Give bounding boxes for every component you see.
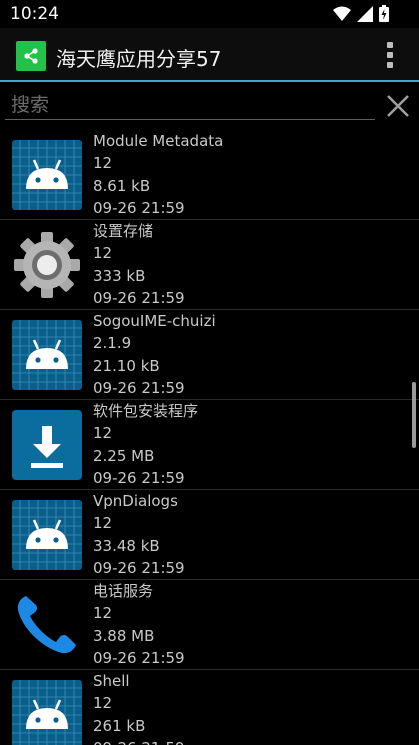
app-size: 261 kB [93, 716, 146, 735]
app-name: Module Metadata [93, 132, 224, 150]
list-item[interactable]: 设置存储 12 333 kB 09-26 21:59 [0, 220, 419, 310]
status-time: 10:24 [10, 4, 59, 24]
app-version: 12 [93, 424, 113, 443]
app-date: 09-26 21:59 [93, 378, 185, 397]
scrollbar[interactable] [412, 382, 416, 448]
app-name: Shell [93, 672, 130, 690]
wifi-icon [333, 6, 351, 21]
signal-icon [357, 5, 373, 22]
app-bar: 海天鹰应用分享57 [0, 28, 419, 82]
appbar-divider [0, 80, 419, 82]
app-name: 软件包安装程序 [93, 402, 199, 420]
app-date: 09-26 21:59 [93, 737, 185, 745]
battery-icon [379, 5, 389, 22]
app-date: 09-26 21:59 [93, 288, 185, 307]
download-icon [12, 410, 82, 480]
android-icon [12, 500, 82, 570]
app-name: 电话服务 [93, 582, 154, 600]
android-icon [12, 680, 82, 745]
list-item[interactable]: SogouIME-chuizi 2.1.9 21.10 kB 09-26 21:… [0, 310, 419, 400]
app-size: 2.25 MB [93, 446, 155, 465]
list-item[interactable]: Shell 12 261 kB 09-26 21:59 [0, 670, 419, 745]
app-name: SogouIME-chuizi [93, 312, 216, 330]
list-item[interactable]: VpnDialogs 12 33.48 kB 09-26 21:59 [0, 490, 419, 580]
gear-icon [14, 232, 80, 298]
list-item[interactable]: 软件包安装程序 12 2.25 MB 09-26 21:59 [0, 400, 419, 490]
app-size: 33.48 kB [93, 536, 160, 555]
list-item[interactable]: 电话服务 12 3.88 MB 09-26 21:59 [0, 580, 419, 670]
close-icon[interactable] [385, 93, 411, 119]
app-name: VpnDialogs [93, 492, 178, 510]
app-date: 09-26 21:59 [93, 558, 185, 577]
search-input[interactable] [5, 90, 375, 120]
app-version: 12 [93, 694, 113, 713]
app-version: 12 [93, 244, 113, 263]
app-version: 12 [93, 154, 113, 173]
app-version: 12 [93, 514, 113, 533]
app-version: 2.1.9 [93, 334, 132, 353]
app-list: Module Metadata 12 8.61 kB 09-26 21:59 设… [0, 130, 419, 745]
app-name: 设置存储 [93, 222, 154, 240]
app-date: 09-26 21:59 [93, 468, 185, 487]
status-bar: 10:24 [0, 0, 419, 28]
android-icon [12, 320, 82, 390]
overflow-menu-icon[interactable] [385, 42, 395, 70]
share-icon[interactable] [16, 41, 46, 71]
app-date: 09-26 21:59 [93, 648, 185, 667]
app-size: 8.61 kB [93, 176, 151, 195]
app-version: 12 [93, 604, 113, 623]
app-size: 333 kB [93, 266, 146, 285]
app-size: 21.10 kB [93, 356, 160, 375]
search-bar [0, 86, 419, 126]
app-size: 3.88 MB [93, 626, 155, 645]
list-item[interactable]: Module Metadata 12 8.61 kB 09-26 21:59 [0, 130, 419, 220]
android-icon [12, 140, 82, 210]
phone-icon [17, 596, 76, 654]
app-date: 09-26 21:59 [93, 198, 185, 217]
app-title: 海天鹰应用分享57 [56, 47, 222, 71]
